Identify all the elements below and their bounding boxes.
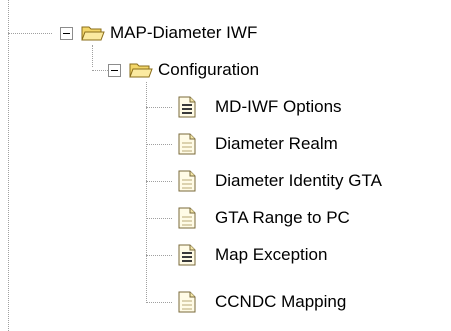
collapse-toggle-root[interactable] xyxy=(60,27,73,40)
tree-connector-item xyxy=(146,107,172,108)
collapse-toggle-configuration[interactable] xyxy=(108,64,121,77)
folder-open-icon[interactable] xyxy=(129,60,153,80)
tree-connector-root xyxy=(8,33,52,34)
folder-open-icon[interactable] xyxy=(81,23,105,43)
tree-node-label-item[interactable]: GTA Range to PC xyxy=(215,208,350,228)
tree-connector-item xyxy=(146,255,172,256)
document-icon[interactable] xyxy=(176,170,198,192)
tree-node-label-item[interactable]: Diameter Realm xyxy=(215,134,338,154)
tree-node-label-item[interactable]: CCNDC Mapping xyxy=(215,292,346,312)
tree-connector-item xyxy=(146,218,172,219)
form-document-icon[interactable] xyxy=(176,96,198,118)
form-document-icon[interactable] xyxy=(176,244,198,266)
tree-connector-item xyxy=(146,144,172,145)
tree-node-label-root[interactable]: MAP-Diameter IWF xyxy=(110,23,257,43)
navigation-tree: MAP-Diameter IWF Configuration MD-IWF Op… xyxy=(0,0,451,331)
tree-connector-root-child xyxy=(92,45,93,67)
tree-connector-item xyxy=(146,302,172,303)
tree-node-label-item[interactable]: Diameter Identity GTA xyxy=(215,171,382,191)
tree-node-label-configuration[interactable]: Configuration xyxy=(158,60,259,80)
tree-node-label-item[interactable]: MD-IWF Options xyxy=(215,97,342,117)
tree-connector-outer xyxy=(8,0,9,331)
tree-node-label-item[interactable]: Map Exception xyxy=(215,245,327,265)
tree-connector-item xyxy=(146,181,172,182)
document-icon[interactable] xyxy=(176,291,198,313)
document-icon[interactable] xyxy=(176,207,198,229)
tree-connector-config-children xyxy=(146,82,147,303)
document-icon[interactable] xyxy=(176,133,198,155)
